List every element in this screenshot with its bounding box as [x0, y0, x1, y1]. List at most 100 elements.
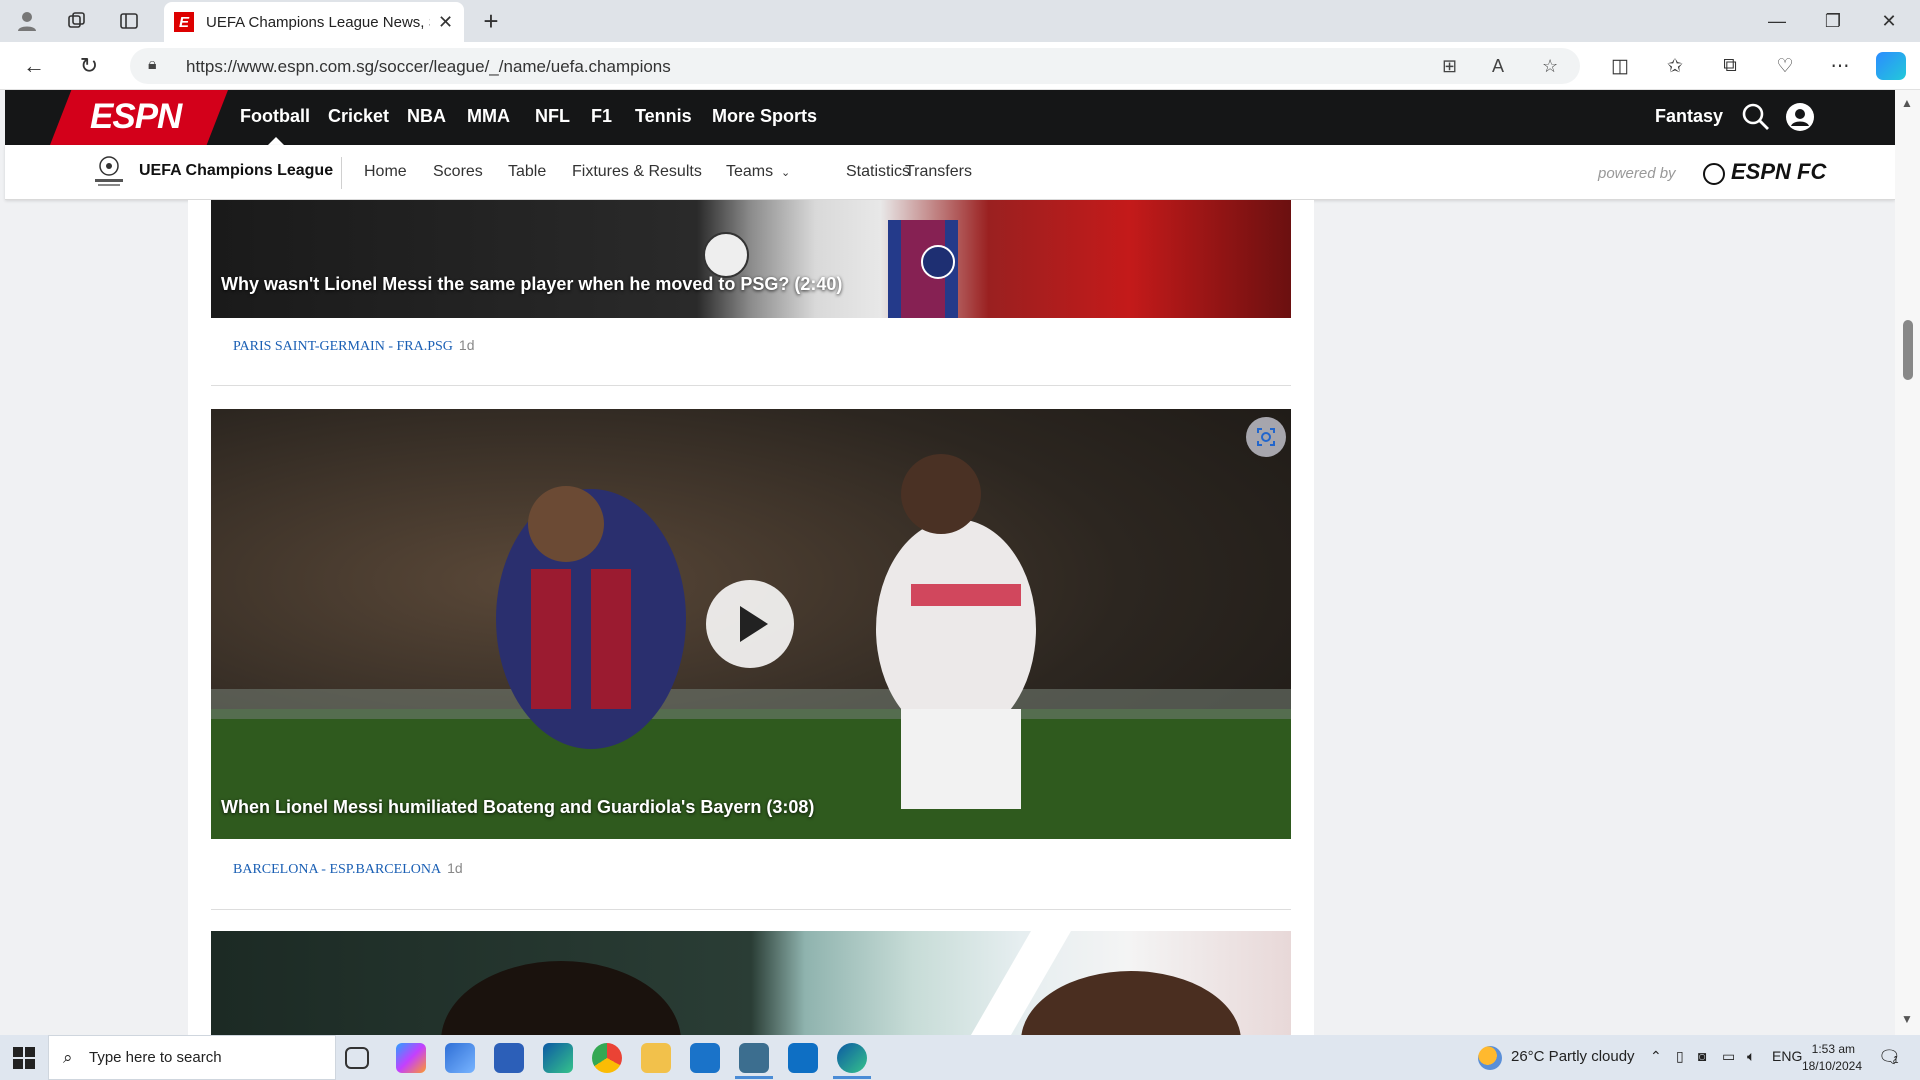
address-bar-row: ← ↻ 🔒︎ https://www.espn.com.sg/soccer/le…: [0, 42, 1920, 90]
device-icon[interactable]: ▯: [1676, 1048, 1684, 1065]
minimize-icon[interactable]: —: [1754, 6, 1800, 36]
close-tab-icon[interactable]: ✕: [438, 12, 453, 33]
app-available-icon[interactable]: ⊞: [1442, 56, 1457, 77]
espnfc-logo[interactable]: ESPN FC: [1731, 159, 1826, 185]
visual-search-icon[interactable]: [1246, 417, 1286, 457]
task-view-icon[interactable]: [345, 1047, 369, 1069]
microsoft-store-icon[interactable]: [494, 1043, 524, 1073]
collections-icon[interactable]: ⧉: [1715, 52, 1745, 80]
file-explorer-icon[interactable]: [641, 1043, 671, 1073]
scrollbar-thumb[interactable]: [1903, 320, 1913, 380]
edge-icon[interactable]: [543, 1043, 573, 1073]
more-options-icon[interactable]: ⋯: [1825, 52, 1855, 80]
favorites-icon[interactable]: ✩: [1660, 52, 1690, 80]
search-icon: ⌕: [63, 1048, 73, 1067]
refresh-icon[interactable]: ↻: [73, 51, 105, 81]
nav-nfl[interactable]: NFL: [535, 106, 570, 127]
subnav-statistics[interactable]: Statistics: [846, 163, 910, 181]
article-age: 1d: [458, 337, 475, 353]
new-tab-icon[interactable]: +: [476, 6, 506, 36]
league-title[interactable]: UEFA Champions League: [139, 162, 333, 180]
chrome-icon[interactable]: [592, 1043, 622, 1073]
restore-icon[interactable]: ❐: [1810, 6, 1856, 36]
read-aloud-icon[interactable]: A: [1492, 56, 1504, 77]
address-bar[interactable]: 🔒︎ https://www.espn.com.sg/soccer/league…: [130, 48, 1580, 84]
split-screen-icon[interactable]: ◫: [1605, 52, 1635, 80]
nav-f1[interactable]: F1: [591, 106, 612, 127]
volume-icon[interactable]: 🔈︎: [1747, 1048, 1755, 1065]
network-icon[interactable]: ▭: [1722, 1048, 1735, 1065]
url-text[interactable]: https://www.espn.com.sg/soccer/league/_/…: [186, 57, 671, 77]
profile-icon[interactable]: [12, 7, 42, 35]
subnav-transfers[interactable]: Transfers: [905, 163, 972, 181]
edge-active-icon[interactable]: [837, 1043, 867, 1073]
tab-actions-icon[interactable]: [114, 7, 144, 35]
article-tag[interactable]: BARCELONA - ESP.BARCELONA 1d: [233, 860, 463, 878]
article-caption[interactable]: When Lionel Messi humiliated Boateng and…: [221, 797, 814, 818]
play-button[interactable]: [706, 580, 794, 668]
article-thumbnail[interactable]: [211, 931, 1291, 1035]
vscode-icon[interactable]: [788, 1043, 818, 1073]
close-window-icon[interactable]: ✕: [1866, 6, 1912, 36]
clock-date[interactable]: 18/10/2024: [1782, 1059, 1862, 1073]
copilot-icon[interactable]: [1876, 52, 1906, 80]
scroll-up-icon[interactable]: ▲: [1901, 96, 1913, 110]
copilot-app-icon[interactable]: [396, 1043, 426, 1073]
back-icon[interactable]: ←: [18, 51, 50, 81]
favorite-star-icon[interactable]: ☆: [1542, 56, 1558, 77]
pinned-app-icon[interactable]: [445, 1043, 475, 1073]
vertical-scrollbar[interactable]: ▲ ▼: [1895, 90, 1920, 1035]
workspaces-icon[interactable]: [62, 7, 92, 35]
browser-essentials-icon[interactable]: ♡: [1770, 52, 1800, 80]
nav-cricket[interactable]: Cricket: [328, 106, 389, 127]
active-tab[interactable]: E UEFA Champions League News, S ✕: [164, 2, 464, 42]
divider: [341, 157, 342, 189]
nav-fantasy[interactable]: Fantasy: [1655, 106, 1723, 127]
subnav-home[interactable]: Home: [364, 163, 407, 181]
tab-title: UEFA Champions League News, S: [206, 13, 430, 31]
nav-nba[interactable]: NBA: [407, 106, 446, 127]
meet-now-icon[interactable]: ◙: [1698, 1048, 1706, 1064]
subnav-table[interactable]: Table: [508, 163, 546, 181]
espn-global-nav: ESPN Football Cricket NBA MMA NFL F1 Ten…: [5, 90, 1895, 145]
subnav-teams[interactable]: Teams: [726, 163, 773, 181]
taskbar-search-placeholder[interactable]: Type here to search: [89, 1049, 222, 1066]
subnav-fixtures-results[interactable]: Fixtures & Results: [572, 163, 702, 181]
play-icon: [740, 606, 768, 642]
subnav-scores[interactable]: Scores: [433, 163, 483, 181]
nav-more-sports[interactable]: More Sports: [712, 106, 817, 127]
photos-icon[interactable]: [739, 1043, 769, 1073]
nav-tennis[interactable]: Tennis: [635, 106, 692, 127]
weather-icon[interactable]: [1478, 1046, 1502, 1070]
show-hidden-icons-icon[interactable]: ⌃: [1650, 1048, 1662, 1065]
taskbar-search-box[interactable]: ⌕ Type here to search: [48, 1035, 336, 1080]
windows-taskbar: ⌕ Type here to search 26°C Partly cloudy…: [0, 1035, 1920, 1080]
article-tag-link[interactable]: PARIS SAINT-GERMAIN - FRA.PSG: [233, 339, 453, 354]
article-tag-link[interactable]: BARCELONA - ESP.BARCELONA: [233, 862, 441, 877]
windows-start-icon[interactable]: [13, 1047, 35, 1069]
nav-mma[interactable]: MMA: [467, 106, 510, 127]
lock-icon[interactable]: 🔒︎: [148, 56, 157, 74]
nav-football[interactable]: Football: [240, 106, 310, 127]
chevron-down-icon[interactable]: ⌄: [781, 166, 790, 179]
active-app-indicator: [833, 1076, 871, 1079]
notification-count: 1: [1893, 1055, 1899, 1066]
article-age: 1d: [447, 860, 463, 876]
web-page: ESPN Football Cricket NBA MMA NFL F1 Ten…: [0, 90, 1920, 1035]
espnfc-logo-icon: [1703, 163, 1725, 185]
browser-tab-strip: E UEFA Champions League News, S ✕ + — ❐ …: [0, 0, 1920, 42]
clock-time[interactable]: 1:53 am: [1810, 1042, 1855, 1056]
user-account-icon[interactable]: [1786, 103, 1814, 131]
search-icon[interactable]: [1741, 102, 1771, 132]
divider: [211, 385, 1291, 386]
article-thumbnail[interactable]: Why wasn't Lionel Messi the same player …: [211, 200, 1291, 318]
scroll-down-icon[interactable]: ▼: [1901, 1012, 1913, 1026]
espn-logo[interactable]: ESPN: [90, 97, 182, 137]
article-thumbnail[interactable]: When Lionel Messi humiliated Boateng and…: [211, 409, 1291, 839]
weather-text[interactable]: 26°C Partly cloudy: [1511, 1048, 1635, 1065]
article-tag[interactable]: PARIS SAINT-GERMAIN - FRA.PSG 1d: [233, 337, 474, 355]
mail-icon[interactable]: [690, 1043, 720, 1073]
active-app-indicator: [735, 1076, 773, 1079]
champions-league-logo[interactable]: [89, 153, 129, 193]
article-caption[interactable]: Why wasn't Lionel Messi the same player …: [221, 274, 842, 295]
